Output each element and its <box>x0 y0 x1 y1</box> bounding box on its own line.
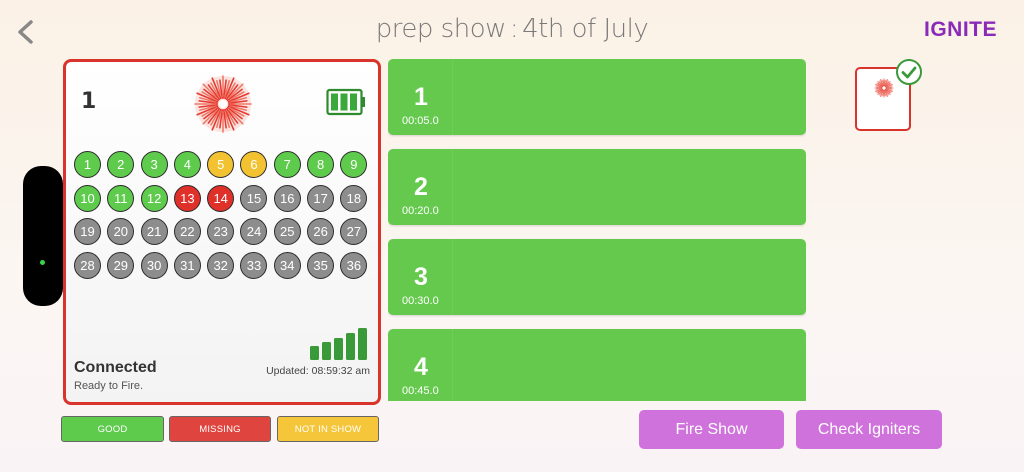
ignite-logo: IGNITE <box>924 18 998 41</box>
cue-button[interactable]: 24 <box>240 218 268 245</box>
cue-row-time: 00:30.0 <box>402 295 439 307</box>
connection-status: Connected <box>74 359 157 376</box>
cue-button[interactable]: 23 <box>207 218 235 245</box>
cue-button[interactable]: 21 <box>140 218 168 245</box>
cue-row[interactable]: 4 00:45.0 <box>388 329 806 401</box>
cue-row-divider <box>452 329 453 401</box>
cue-row[interactable]: 1 00:05.0 <box>388 59 806 135</box>
title-left: prep show <box>375 14 507 44</box>
cue-row-time: 00:20.0 <box>402 205 439 217</box>
signal-strength-icon <box>310 328 367 360</box>
cue-button[interactable]: 6 <box>240 151 268 178</box>
cue-button[interactable]: 36 <box>340 251 368 279</box>
cue-button[interactable]: 31 <box>173 251 201 279</box>
cue-button[interactable]: 26 <box>307 218 335 245</box>
cue-button[interactable]: 1 <box>74 151 101 178</box>
cue-button[interactable]: 28 <box>74 251 101 279</box>
page-title: prep show:4th of July <box>0 14 1024 44</box>
cue-button[interactable]: 29 <box>107 251 135 279</box>
cue-row-divider <box>452 239 453 315</box>
cue-button[interactable]: 33 <box>240 251 268 279</box>
cue-button[interactable]: 27 <box>340 218 368 245</box>
cue-button[interactable]: 7 <box>273 151 301 178</box>
cue-row-number: 4 <box>414 353 428 381</box>
module-card[interactable]: 1 1 2 3 4 5 6 7 8 9 10 11 12 13 14 15 16 17 18 19 20 21 22 23 2… <box>63 59 381 405</box>
cue-list[interactable]: 1 00:05.0 2 00:20.0 3 00:30.0 4 00:45.0 <box>388 59 806 401</box>
cue-button[interactable]: 19 <box>74 218 101 245</box>
cue-button[interactable]: 20 <box>107 218 135 245</box>
cue-grid: 1 2 3 4 5 6 7 8 9 10 11 12 13 14 15 16 17 18 19 20 21 22 23 24 2… <box>74 151 368 279</box>
cue-button[interactable]: 13 <box>173 184 201 212</box>
battery-icon <box>326 88 365 116</box>
cue-button[interactable]: 32 <box>207 251 235 279</box>
cue-button[interactable]: 9 <box>340 151 368 178</box>
cue-button[interactable]: 11 <box>107 184 135 212</box>
cue-button[interactable]: 14 <box>207 184 235 212</box>
cue-button[interactable]: 3 <box>140 151 168 178</box>
cue-button[interactable]: 18 <box>340 184 368 212</box>
cue-button[interactable]: 22 <box>173 218 201 245</box>
cue-button[interactable]: 34 <box>273 251 301 279</box>
cue-row-divider <box>452 59 453 135</box>
module-number: 1 <box>81 89 97 114</box>
cue-button[interactable]: 8 <box>307 151 335 178</box>
cue-button[interactable]: 12 <box>140 184 168 212</box>
firework-burst-icon <box>874 78 894 98</box>
indicator-dot <box>40 260 45 265</box>
legend-not-in-show: NOT IN SHOW <box>277 416 379 442</box>
legend-missing: MISSING <box>169 416 271 442</box>
updated-timestamp: Updated: 08:59:32 am <box>266 365 370 377</box>
cue-button[interactable]: 4 <box>173 151 201 178</box>
cue-row-number: 1 <box>414 83 428 111</box>
cue-row-number: 3 <box>414 263 428 291</box>
fire-show-button[interactable]: Fire Show <box>639 410 784 449</box>
cue-button[interactable]: 15 <box>240 184 268 212</box>
cue-button[interactable]: 25 <box>273 218 301 245</box>
cue-button[interactable]: 2 <box>107 151 135 178</box>
cue-row-number: 2 <box>414 173 428 201</box>
side-drawer-handle[interactable] <box>23 166 63 306</box>
check-igniters-button[interactable]: Check Igniters <box>796 410 942 449</box>
cue-button[interactable]: 30 <box>140 251 168 279</box>
connection-substatus: Ready to Fire. <box>74 380 144 392</box>
cue-row-time: 00:45.0 <box>402 385 439 397</box>
cue-row[interactable]: 3 00:30.0 <box>388 239 806 315</box>
title-right: 4th of July <box>522 14 649 44</box>
cue-row-divider <box>452 149 453 225</box>
cue-button[interactable]: 5 <box>207 151 235 178</box>
cue-button[interactable]: 17 <box>307 184 335 212</box>
cue-row[interactable]: 2 00:20.0 <box>388 149 806 225</box>
cue-button[interactable]: 35 <box>307 251 335 279</box>
cue-row-time: 00:05.0 <box>402 115 439 127</box>
cue-button[interactable]: 10 <box>74 184 101 212</box>
firework-burst-icon <box>194 75 252 133</box>
title-separator: : <box>509 14 519 44</box>
cue-button[interactable]: 16 <box>273 184 301 212</box>
legend-good: GOOD <box>61 416 164 442</box>
check-icon <box>896 59 922 85</box>
